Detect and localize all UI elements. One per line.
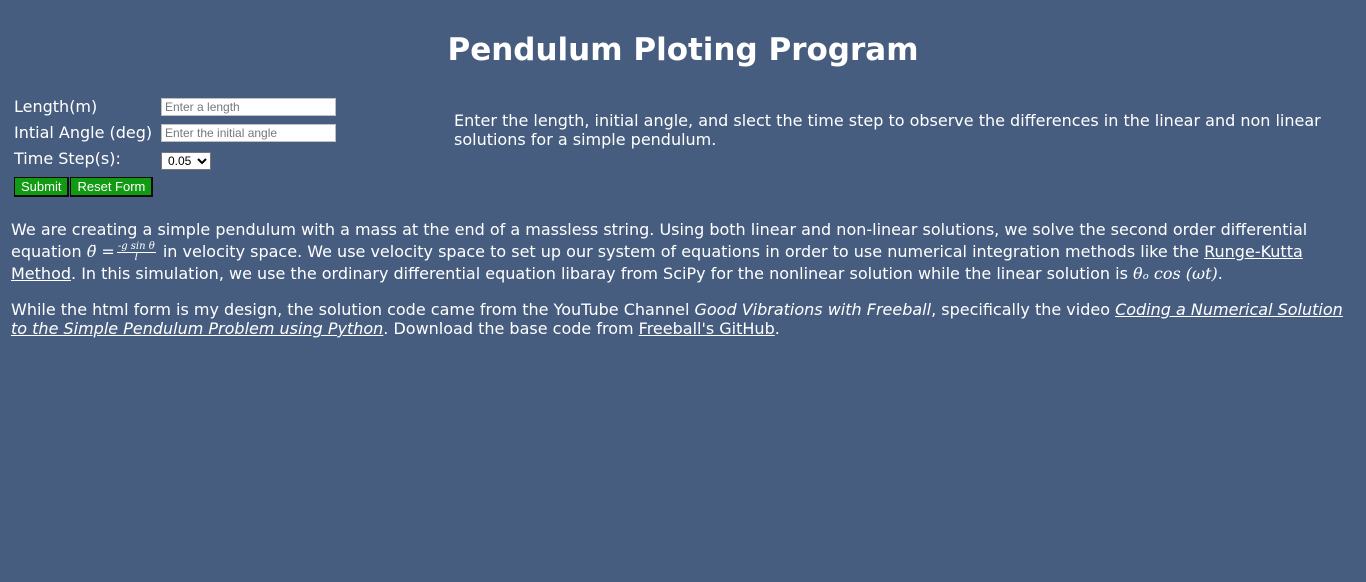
angle-input[interactable] (161, 124, 336, 142)
github-link[interactable]: Freeball's GitHub (639, 319, 775, 338)
intro-text: Enter the length, initial angle, and sle… (454, 111, 1321, 149)
reset-form-button[interactable]: Reset Form (70, 177, 154, 197)
submit-button[interactable]: Submit (14, 177, 70, 197)
equation-denominator: l (134, 252, 138, 263)
p1-text-b: in velocity space. We use velocity space… (162, 242, 1200, 261)
p1-text-d: . (1217, 264, 1223, 283)
timestep-label: Time Step(s): (14, 149, 121, 168)
length-label: Length(m) (14, 97, 98, 116)
description-paragraph-1: We are creating a simple pendulum with a… (11, 219, 1356, 285)
linear-solution-equation: θₒ cos (ωt) (1133, 264, 1218, 283)
p2-text-a: While the html form is my design, the so… (11, 300, 690, 319)
angle-label: Intial Angle (deg) (14, 123, 153, 142)
channel-name: Good Vibrations with Freeball (694, 300, 932, 319)
form-buttons: Submit Reset Form (14, 176, 154, 197)
length-input[interactable] (161, 98, 336, 116)
p1-text-c: . In this simulation, we use the ordinar… (71, 264, 1128, 283)
p2-text-d: . (774, 319, 780, 338)
p2-text-b: , specifically the video (931, 300, 1110, 319)
equation-fraction: -g sin θl (116, 242, 156, 263)
description-paragraph-2: While the html form is my design, the so… (11, 300, 1356, 338)
timestep-select[interactable]: 0.05 (161, 152, 211, 170)
page-title: Pendulum Ploting Program (447, 32, 919, 68)
equation-lhs: θ̈ = (86, 242, 115, 261)
p2-text-c: . Download the base code from (383, 319, 634, 338)
